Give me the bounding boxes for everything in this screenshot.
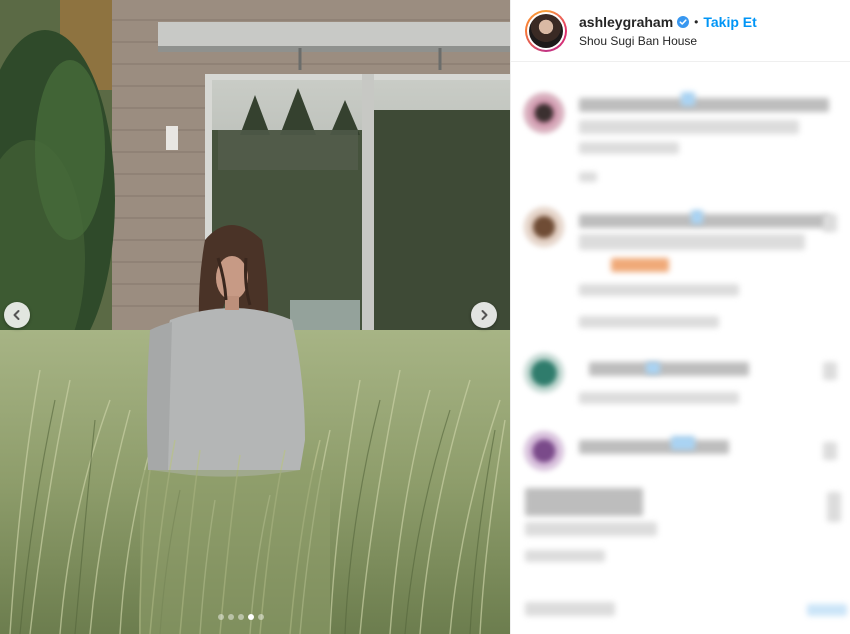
separator-dot: •: [694, 14, 699, 29]
comment-avatar[interactable]: [523, 92, 565, 134]
username-link[interactable]: ashleygraham: [579, 14, 673, 30]
comment-text-blurred: [589, 362, 749, 376]
story-ring[interactable]: [525, 9, 567, 52]
comment-avatar[interactable]: [523, 430, 565, 472]
user-meta: ashleygraham • Takip Et Shou Sugi Ban Ho…: [579, 14, 757, 48]
carousel-dot: [258, 614, 264, 620]
carousel-next-button[interactable]: [471, 302, 497, 328]
carousel-indicator: [218, 614, 264, 620]
comment-avatar[interactable]: [523, 352, 565, 394]
follow-button[interactable]: Takip Et: [703, 14, 756, 30]
chevron-left-icon: [13, 310, 20, 320]
comment-avatar[interactable]: [523, 206, 565, 248]
carousel-prev-button[interactable]: [4, 302, 30, 328]
carousel-dot: [238, 614, 244, 620]
avatar: [529, 13, 563, 48]
photo-scene: [0, 0, 510, 634]
comment-text-blurred: [579, 440, 729, 454]
comment-text-blurred: [579, 214, 829, 228]
location-link[interactable]: Shou Sugi Ban House: [579, 34, 757, 48]
chevron-right-icon: [481, 310, 488, 320]
post-photo[interactable]: [0, 0, 510, 634]
post-side-panel: ashleygraham • Takip Et Shou Sugi Ban Ho…: [510, 0, 850, 634]
comment-text-blurred: [579, 98, 829, 112]
post-header: ashleygraham • Takip Et Shou Sugi Ban Ho…: [511, 0, 850, 62]
carousel-dot: [248, 614, 254, 620]
verified-badge-icon: [677, 15, 690, 28]
carousel-dot: [218, 614, 224, 620]
carousel-dot: [228, 614, 234, 620]
